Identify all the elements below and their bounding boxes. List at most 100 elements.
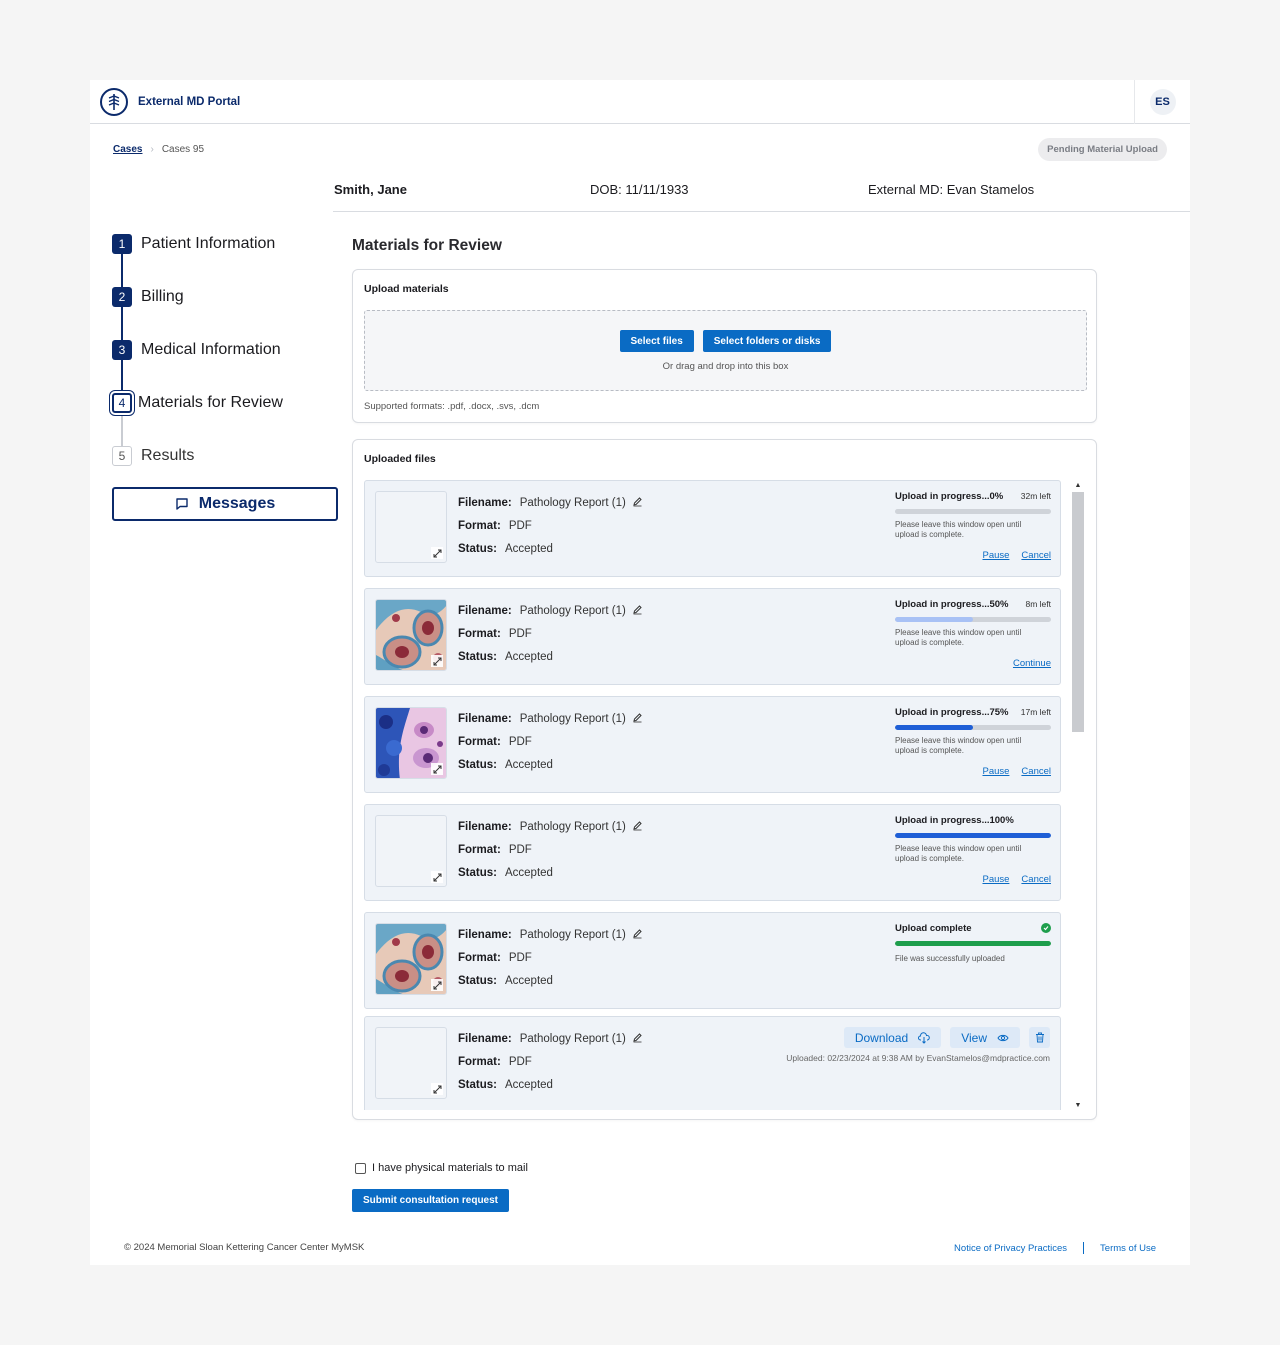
filename-value: Pathology Report (1) <box>519 821 626 833</box>
file-thumbnail[interactable] <box>375 815 447 887</box>
file-item: Filename: Pathology Report (1) Format: PDF S… <box>364 696 1061 793</box>
step-label: Results <box>141 447 195 464</box>
file-thumbnail[interactable] <box>375 599 447 671</box>
step-billing[interactable]: 2 Billing <box>112 287 342 340</box>
scrollbar-track[interactable] <box>1072 492 1084 1098</box>
step-materials-for-review[interactable]: 4 Materials for Review <box>112 393 342 446</box>
expand-icon[interactable] <box>431 547 443 559</box>
scrollbar-thumb[interactable] <box>1072 492 1084 732</box>
upload-materials-card: Upload materials Select files Select fol… <box>352 269 1097 423</box>
pencil-icon[interactable] <box>632 712 643 723</box>
file-thumbnail[interactable] <box>375 1027 447 1099</box>
drop-zone[interactable]: Select files Select folders or disks Or … <box>364 310 1087 391</box>
scroll-up-arrow-icon[interactable]: ▲ <box>1072 480 1084 490</box>
divider <box>1083 1242 1085 1254</box>
file-thumbnail[interactable] <box>375 923 447 995</box>
chat-icon <box>176 498 188 510</box>
cancel-link[interactable]: Cancel <box>1021 766 1051 777</box>
format-label: Format: <box>458 1056 501 1068</box>
expand-icon[interactable] <box>431 763 443 775</box>
file-thumbnail[interactable] <box>375 491 447 563</box>
physical-materials-row[interactable]: I have physical materials to mail <box>355 1162 528 1174</box>
step-number: 1 <box>112 234 132 254</box>
expand-icon[interactable] <box>431 979 443 991</box>
cloud-download-icon <box>918 1031 930 1044</box>
messages-button[interactable]: Messages <box>112 487 338 521</box>
step-connector <box>121 413 123 446</box>
file-meta: Filename: Pathology Report (1) Format: PDF S… <box>458 600 643 669</box>
supported-formats: Supported formats: .pdf, .docx, .svs, .d… <box>364 401 540 412</box>
pause-link[interactable]: Pause <box>982 766 1009 777</box>
breadcrumb-cases-link[interactable]: Cases <box>113 144 142 155</box>
pencil-icon[interactable] <box>632 928 643 939</box>
progress-bar <box>895 509 1051 514</box>
upload-progress: Upload in progress...75% 17m left Please l… <box>895 707 1051 777</box>
filename-value: Pathology Report (1) <box>519 605 626 617</box>
physical-materials-label: I have physical materials to mail <box>372 1162 528 1174</box>
file-item: Filename: Pathology Report (1) Format: PDF S… <box>364 912 1061 1009</box>
patient-name: Smith, Jane <box>334 182 407 197</box>
submit-button[interactable]: Submit consultation request <box>352 1189 510 1212</box>
format-label: Format: <box>458 844 501 856</box>
pencil-icon[interactable] <box>632 820 643 831</box>
uploaded-files-card: Uploaded files Filename: Pathology Report… <box>352 439 1097 1120</box>
format-value: PDF <box>508 1056 532 1068</box>
card-title: Upload materials <box>364 283 449 295</box>
user-menu[interactable]: ES <box>1134 80 1190 124</box>
format-label: Format: <box>458 520 501 532</box>
scrollbar[interactable]: ▲ ▼ <box>1072 480 1084 1110</box>
expand-icon[interactable] <box>431 1083 443 1095</box>
pause-link[interactable]: Pause <box>982 550 1009 561</box>
copyright: © 2024 Memorial Sloan Kettering Cancer C… <box>124 1242 365 1253</box>
status-label: Status: <box>458 975 497 987</box>
status-label: Status: <box>458 867 497 879</box>
step-label: Materials for Review <box>138 394 283 411</box>
step-medical-information[interactable]: 3 Medical Information <box>112 340 342 393</box>
filename-value: Pathology Report (1) <box>519 713 626 725</box>
breadcrumb-current: Cases 95 <box>161 144 205 155</box>
step-label: Medical Information <box>141 341 281 358</box>
file-item: Filename: Pathology Report (1) Format: PDF S… <box>364 588 1061 685</box>
complete-note: File was successfully uploaded <box>895 954 1005 963</box>
expand-icon[interactable] <box>431 655 443 667</box>
status-value: Accepted <box>504 975 553 987</box>
pencil-icon[interactable] <box>632 1032 643 1043</box>
status-value: Accepted <box>504 867 553 879</box>
privacy-link[interactable]: Notice of Privacy Practices <box>954 1243 1067 1254</box>
pencil-icon[interactable] <box>632 496 643 507</box>
uploaded-by: Uploaded: 02/23/2024 at 9:38 AM by EvanS… <box>786 1053 1050 1063</box>
files-list[interactable]: Filename: Pathology Report (1) Format: PDF S… <box>364 480 1061 1110</box>
delete-button[interactable] <box>1029 1027 1050 1048</box>
download-button[interactable]: Download <box>843 1027 942 1048</box>
pause-link[interactable]: Pause <box>982 874 1009 885</box>
status-label: Status: <box>458 1079 497 1091</box>
upload-note: Please leave this window open until uplo… <box>895 520 1022 539</box>
progress-fill <box>895 941 1051 946</box>
select-files-button[interactable]: Select files <box>619 330 694 352</box>
file-thumbnail[interactable] <box>375 707 447 779</box>
step-number: 4 <box>112 393 132 413</box>
avatar[interactable]: ES <box>1149 89 1176 115</box>
view-label: View <box>961 1030 987 1045</box>
select-folders-button[interactable]: Select folders or disks <box>702 330 832 352</box>
status-value: Accepted <box>504 1079 553 1091</box>
progress-fill <box>895 725 973 730</box>
step-patient-information[interactable]: 1 Patient Information <box>112 234 342 287</box>
msk-logo-icon[interactable] <box>100 87 128 116</box>
scroll-down-arrow-icon[interactable]: ▼ <box>1072 1100 1084 1110</box>
expand-icon[interactable] <box>431 871 443 883</box>
status-label: Status: <box>458 543 497 555</box>
pencil-icon[interactable] <box>632 604 643 615</box>
format-label: Format: <box>458 736 501 748</box>
physical-materials-checkbox[interactable] <box>355 1162 366 1174</box>
view-button[interactable]: View <box>950 1027 1020 1048</box>
filename-value: Pathology Report (1) <box>519 1033 626 1045</box>
patient-dob: DOB: 11/11/1933 <box>590 182 689 197</box>
continue-link[interactable]: Continue <box>1013 658 1051 669</box>
cancel-link[interactable]: Cancel <box>1021 874 1051 885</box>
upload-progress: Upload in progress...50% 8m left Please le… <box>895 599 1051 669</box>
upload-note: Please leave this window open until uplo… <box>895 736 1022 755</box>
terms-link[interactable]: Terms of Use <box>1100 1243 1156 1254</box>
cancel-link[interactable]: Cancel <box>1021 550 1051 561</box>
status-label: Status: <box>458 759 497 771</box>
